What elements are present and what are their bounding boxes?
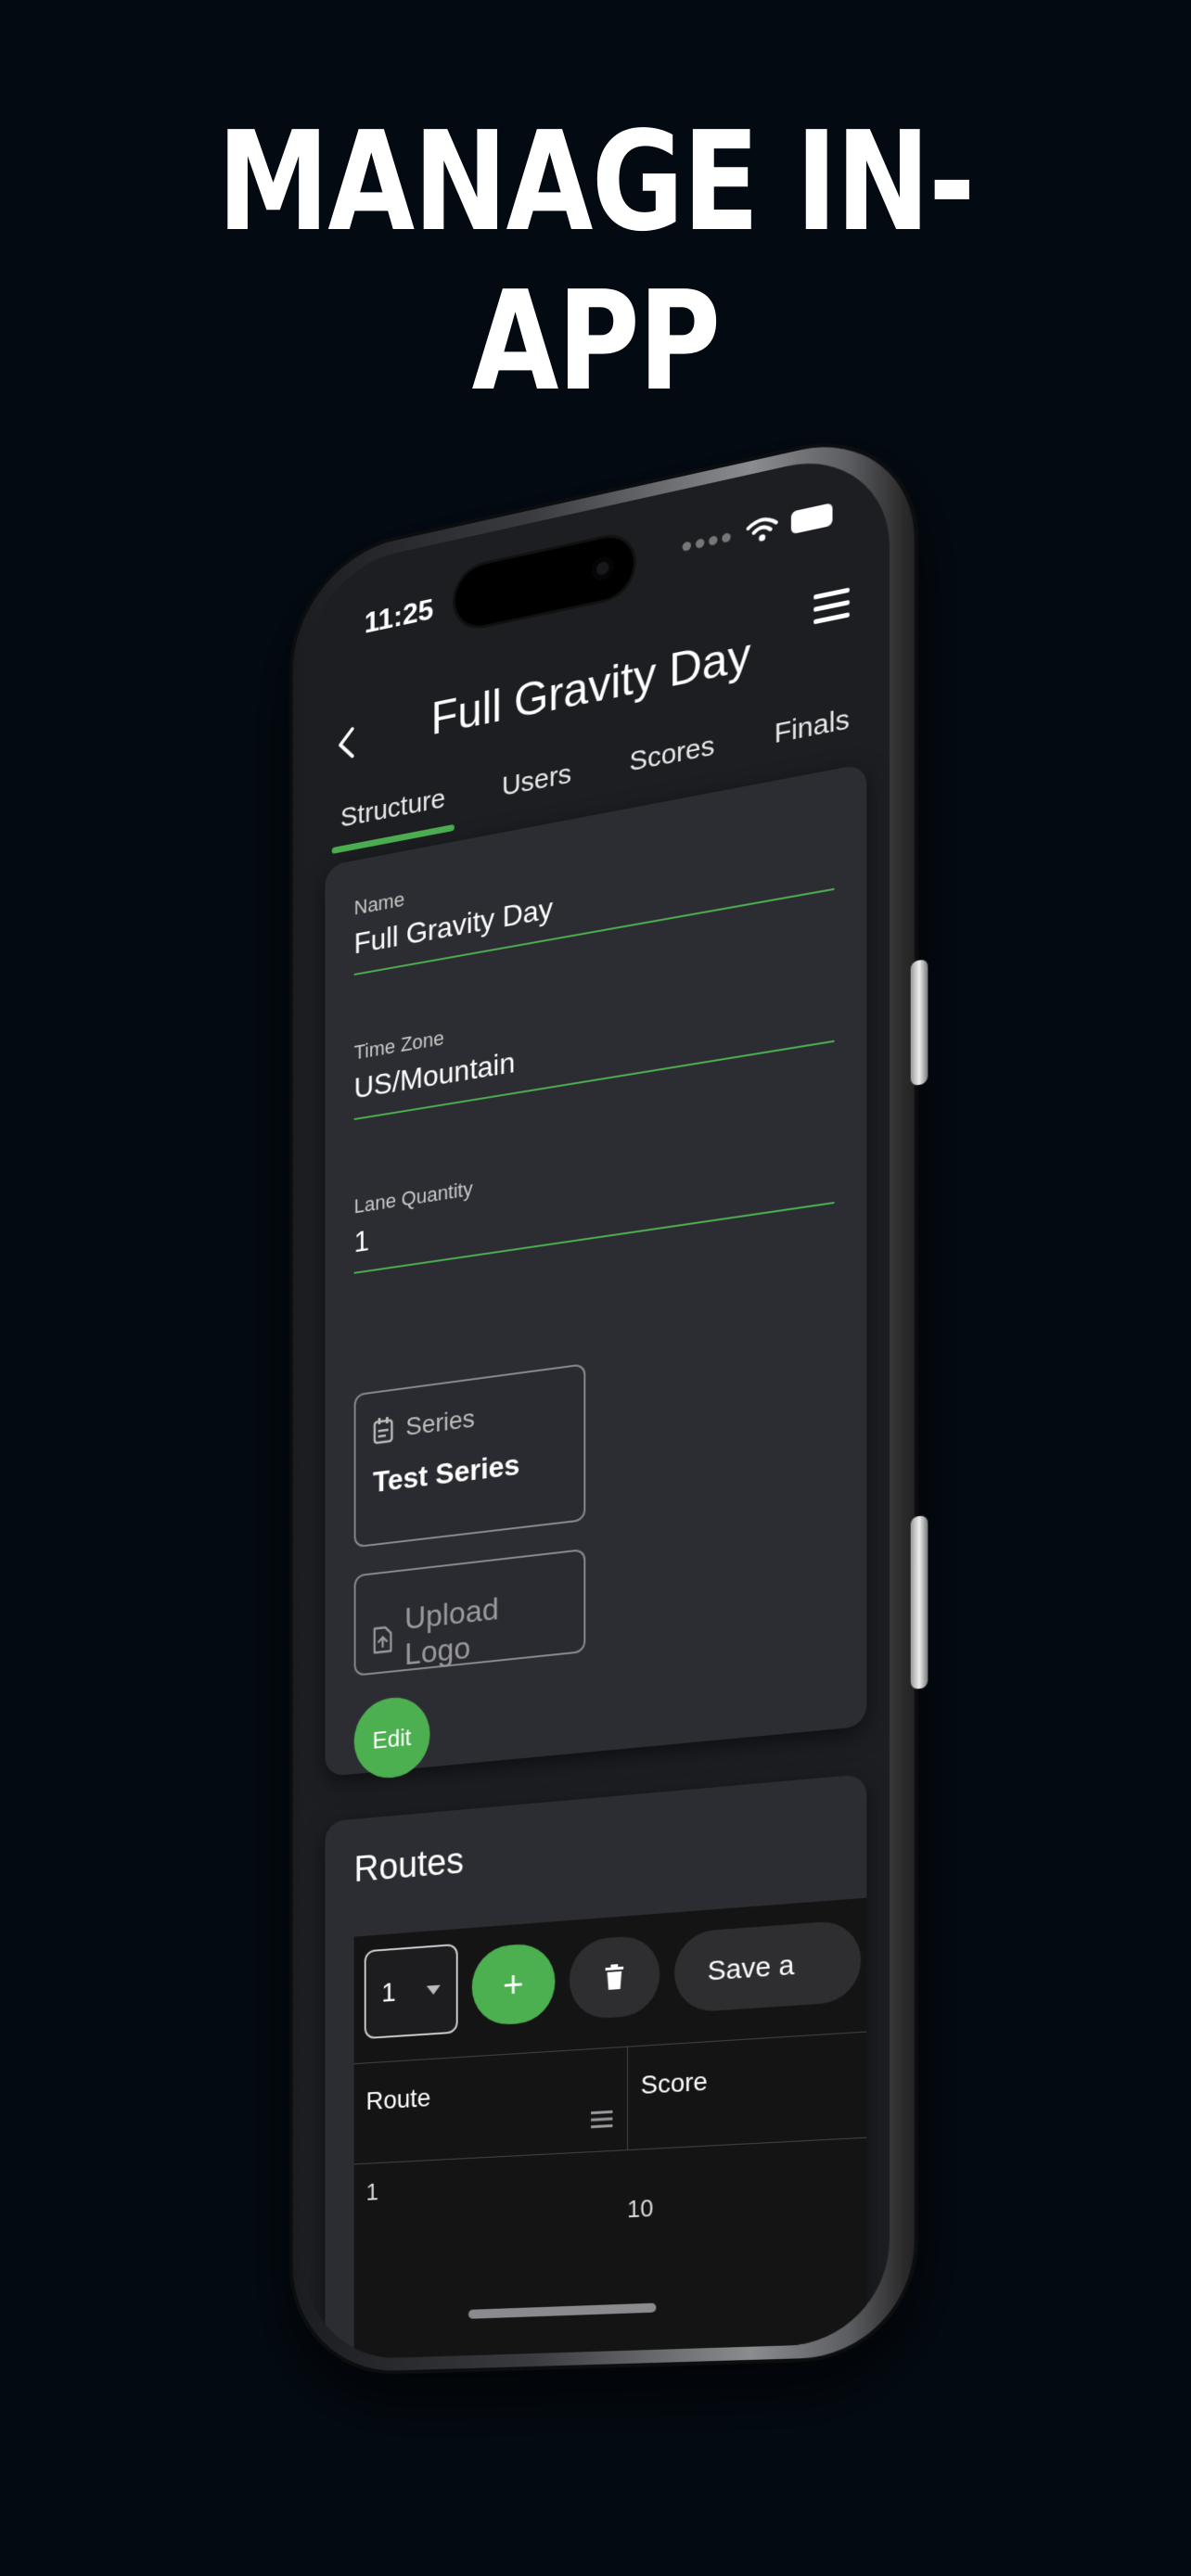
calendar-icon <box>373 1415 393 1445</box>
column-header-route[interactable]: Route <box>353 2047 629 2164</box>
structure-card: Name Full Gravity Day Time Zone US/Mount… <box>325 763 867 1781</box>
dynamic-island <box>455 531 634 631</box>
column-score-label: Score <box>640 2066 708 2100</box>
tab-finals[interactable]: Finals <box>765 686 859 771</box>
app-screen: 11:25 ●●●● Full Gravity Day Structure Us… <box>304 443 890 2361</box>
time-zone-field[interactable]: Time Zone US/Mountain <box>353 960 835 1121</box>
route-select[interactable]: 1 <box>364 1943 458 2040</box>
headline: MANAGE IN-APP <box>217 102 975 421</box>
delete-route-button[interactable] <box>569 1933 660 2021</box>
column-menu-icon[interactable] <box>591 2110 613 2129</box>
file-upload-icon <box>373 1625 392 1656</box>
signal-icon: ●●●● <box>680 523 734 558</box>
phone-mockup: 11:25 ●●●● Full Gravity Day Structure Us… <box>292 424 928 2374</box>
table-cell-score[interactable]: 10 <box>627 2194 653 2224</box>
upload-logo-label: Upload Logo <box>404 1591 499 1673</box>
wifi-icon <box>747 514 778 542</box>
trash-icon <box>605 1964 624 1991</box>
routes-title: Routes <box>353 1840 464 1890</box>
routes-card: Routes 1 + Save a Route Score 1 10 <box>325 1773 867 2361</box>
add-route-button[interactable]: + <box>471 1942 556 2027</box>
edit-button[interactable]: Edit <box>353 1693 430 1781</box>
volume-up-button <box>910 958 928 1087</box>
status-icons: ●●●● <box>681 502 833 559</box>
power-button <box>910 1514 928 1690</box>
route-select-value: 1 <box>381 1977 396 2009</box>
tab-structure[interactable]: Structure <box>332 767 455 854</box>
camera-icon <box>592 555 614 582</box>
routes-table-header: Route Score <box>353 2031 867 2165</box>
routes-toolbar: 1 + Save a <box>364 1914 862 2040</box>
upload-logo-button[interactable]: Upload Logo <box>353 1548 586 1677</box>
column-header-score[interactable]: Score <box>628 2033 866 2149</box>
lane-quantity-field[interactable]: Lane Quantity 1 <box>353 1121 835 1274</box>
routes-table-panel: 1 + Save a Route Score 1 10 <box>353 1897 867 2361</box>
status-time: 11:25 <box>364 592 434 640</box>
column-route-label: Route <box>365 2083 431 2116</box>
tab-scores[interactable]: Scores <box>621 713 724 798</box>
caret-down-icon <box>426 1984 441 1996</box>
tab-users[interactable]: Users <box>493 742 580 823</box>
battery-icon <box>790 503 833 535</box>
save-button[interactable]: Save a <box>674 1919 862 2014</box>
series-chip[interactable]: Series Test Series <box>353 1363 586 1549</box>
table-cell-route[interactable]: 1 <box>366 2178 378 2207</box>
